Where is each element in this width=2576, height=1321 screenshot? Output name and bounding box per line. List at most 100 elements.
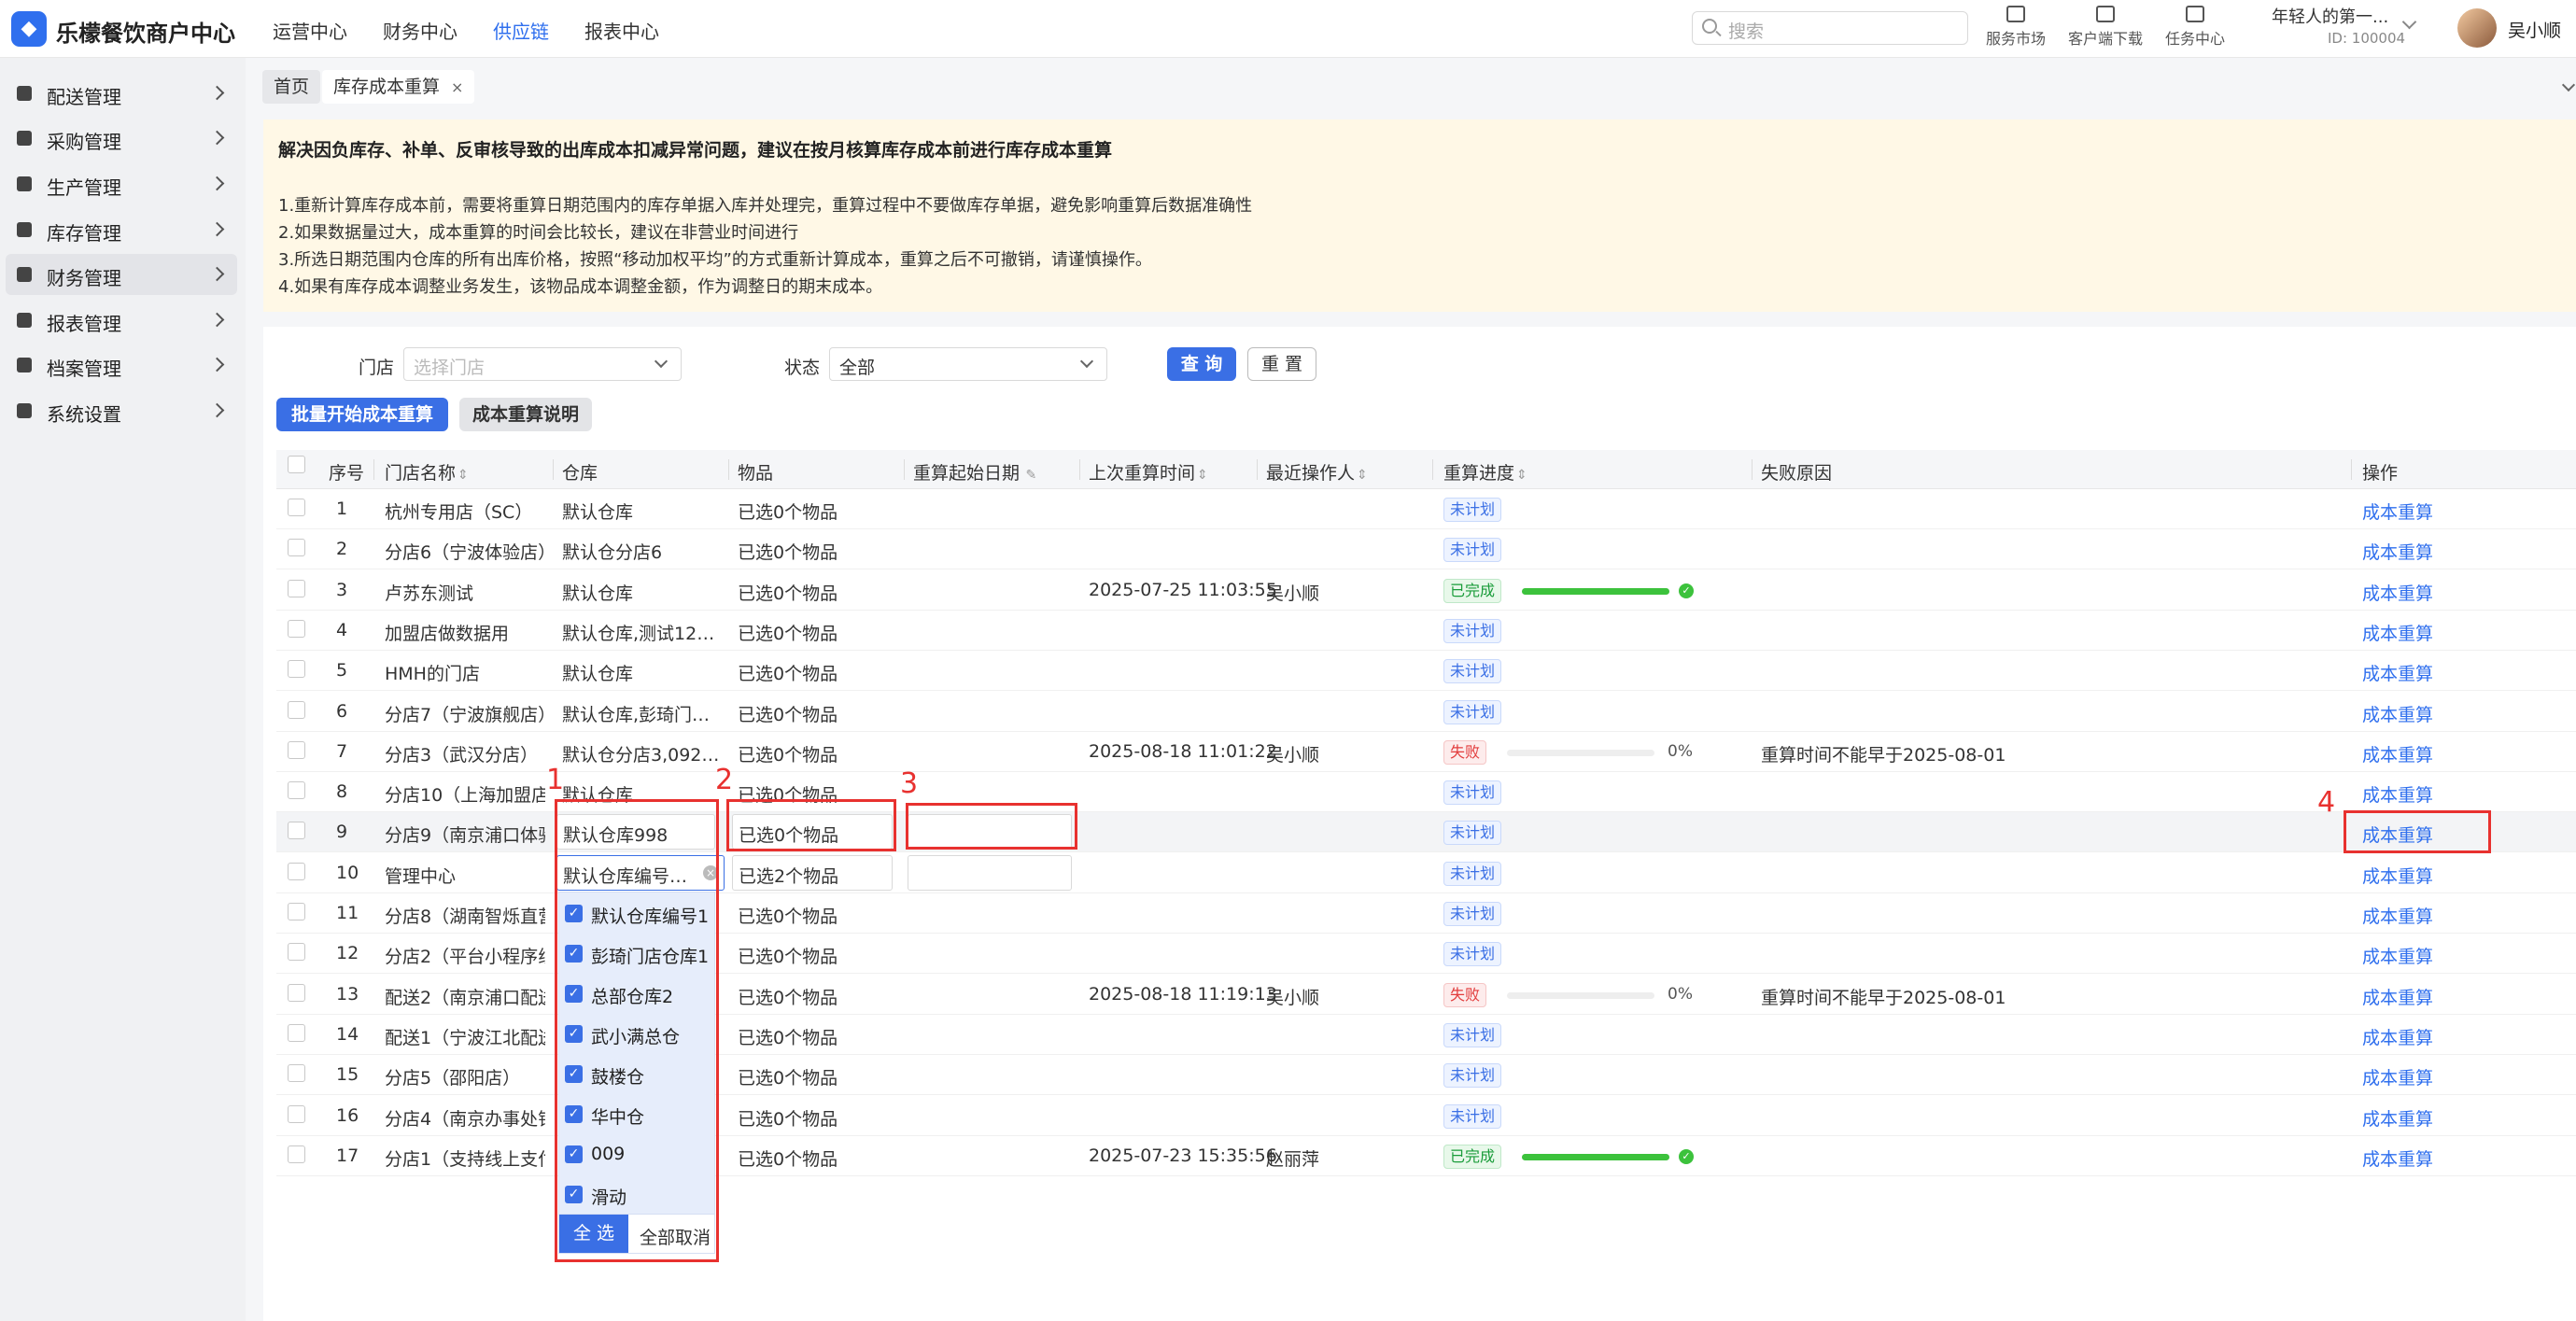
- topnav-item-ops[interactable]: 运营中心: [273, 17, 347, 44]
- recalc-help-button[interactable]: 成本重算说明: [459, 398, 592, 431]
- topnav-item-report[interactable]: 报表中心: [584, 17, 659, 44]
- sidebar-item-production[interactable]: 生产管理: [6, 163, 237, 204]
- annotation-number: 4: [2317, 786, 2336, 819]
- row-item: 已选0个物品: [738, 906, 838, 927]
- query-button[interactable]: 查 询: [1167, 347, 1236, 381]
- table-header: 序号 门店名称 ⇕ 仓库 物品 重算起始日期 ✎ 上次重算时间 ⇕ 最近操作人 ⇕ 重…: [276, 450, 2576, 489]
- truck-icon: [17, 86, 32, 101]
- sidebar-item-archive[interactable]: 档案管理: [6, 344, 237, 386]
- tab-cost-recalc[interactable]: 库存成本重算 ×: [322, 70, 475, 104]
- row-checkbox[interactable]: [288, 499, 305, 516]
- col-last-time[interactable]: 上次重算时间 ⇕: [1089, 459, 1208, 485]
- search-input[interactable]: 搜索: [1692, 11, 1968, 45]
- row-index: 1: [336, 499, 348, 519]
- row-checkbox[interactable]: [288, 740, 305, 759]
- start-date-input[interactable]: [908, 854, 1072, 891]
- recalc-link[interactable]: 成本重算: [2362, 1064, 2433, 1089]
- recalc-link[interactable]: 成本重算: [2362, 1105, 2433, 1131]
- row-checkbox[interactable]: [288, 903, 305, 920]
- col-store[interactable]: 门店名称 ⇕: [385, 459, 469, 485]
- recalc-link[interactable]: 成本重算: [2362, 943, 2433, 968]
- client-download-button[interactable]: 客户端下载: [2063, 6, 2147, 49]
- bar-chart-icon: [17, 176, 32, 191]
- sidebar-item-finance[interactable]: 财务管理: [6, 254, 237, 295]
- recalc-link[interactable]: 成本重算: [2362, 741, 2433, 766]
- chevron-right-icon: [209, 312, 225, 328]
- row-item: 已选0个物品: [738, 623, 838, 644]
- chevron-down-icon[interactable]: [2401, 14, 2417, 30]
- recalc-link[interactable]: 成本重算: [2362, 660, 2433, 685]
- recalc-link[interactable]: 成本重算: [2362, 580, 2433, 605]
- row-checkbox[interactable]: [288, 822, 305, 840]
- col-operator[interactable]: 最近操作人 ⇕: [1266, 459, 1368, 485]
- recalc-link[interactable]: 成本重算: [2362, 903, 2433, 928]
- sidebar-item-settings[interactable]: 系统设置: [6, 390, 237, 431]
- task-center-button[interactable]: 任务中心: [2153, 6, 2237, 49]
- status-select[interactable]: 全部: [829, 347, 1107, 381]
- row-checkbox[interactable]: [288, 983, 305, 1002]
- row-index: 2: [336, 539, 348, 560]
- col-last-time-label: 上次重算时间: [1089, 463, 1196, 484]
- tab-home[interactable]: 首页: [262, 70, 321, 104]
- row-warehouse: 默认仓库: [562, 502, 634, 523]
- row-checkbox[interactable]: [288, 579, 305, 597]
- row-checkbox[interactable]: [288, 619, 305, 638]
- row-checkbox[interactable]: [288, 539, 305, 557]
- row-store: 分店3（武汉分店）: [385, 744, 539, 766]
- row-checkbox[interactable]: [288, 781, 305, 800]
- table-row: 7 分店3（武汉分店） 默认仓分店3,092… 已选0个物品 2025-08-18 11…: [276, 732, 2576, 772]
- reset-button[interactable]: 重 置: [1247, 347, 1316, 381]
- row-checkbox[interactable]: [288, 1104, 305, 1123]
- row-operator: 吴小顺: [1266, 583, 1320, 604]
- recalc-link[interactable]: 成本重算: [2362, 1024, 2433, 1049]
- progress-percent: 0%: [1668, 984, 1693, 1004]
- download-folder-icon: [2096, 6, 2115, 22]
- close-icon[interactable]: ×: [451, 78, 463, 96]
- recalc-link[interactable]: 成本重算: [2362, 620, 2433, 645]
- edit-icon[interactable]: ✎: [1021, 468, 1036, 483]
- topnav-item-supply[interactable]: 供应链: [493, 17, 549, 44]
- chevron-right-icon: [209, 402, 225, 418]
- row-checkbox[interactable]: [288, 862, 305, 880]
- search-placeholder: 搜索: [1728, 21, 1765, 42]
- item-select[interactable]: 已选2个物品: [732, 854, 893, 891]
- col-operator-label: 最近操作人: [1266, 463, 1356, 484]
- batch-recalc-button[interactable]: 批量开始成本重算: [276, 398, 448, 431]
- row-index: 10: [336, 862, 359, 883]
- recalc-link[interactable]: 成本重算: [2362, 984, 2433, 1009]
- sidebar-item-report[interactable]: 报表管理: [6, 300, 237, 341]
- recalc-link[interactable]: 成本重算: [2362, 701, 2433, 726]
- recalc-link[interactable]: 成本重算: [2362, 863, 2433, 888]
- recalc-link[interactable]: 成本重算: [2362, 499, 2433, 524]
- row-checkbox[interactable]: [288, 660, 305, 679]
- row-checkbox[interactable]: [288, 1064, 305, 1083]
- row-index: 4: [336, 619, 348, 640]
- account-id: ID: 100004: [2328, 30, 2406, 47]
- sidebar-item-delivery[interactable]: 配送管理: [6, 73, 237, 114]
- recalc-link[interactable]: 成本重算: [2362, 781, 2433, 807]
- finance-icon: [17, 267, 32, 282]
- brand-logo-icon[interactable]: ◆: [11, 11, 47, 47]
- account-switcher[interactable]: 年轻人的第一... ID: 100004: [2272, 4, 2405, 47]
- row-item: 已选0个物品: [738, 1108, 838, 1130]
- row-item: 已选0个物品: [738, 664, 838, 685]
- avatar[interactable]: [2457, 8, 2497, 48]
- row-checkbox[interactable]: [288, 1145, 305, 1163]
- service-market-button[interactable]: 服务市场: [1974, 6, 2058, 49]
- row-checkbox[interactable]: [288, 943, 305, 962]
- row-checkbox[interactable]: [288, 1023, 305, 1042]
- topnav-item-finance[interactable]: 财务中心: [383, 17, 457, 44]
- row-warehouse: 默认仓分店3,092…: [562, 744, 720, 766]
- sidebar-item-purchase[interactable]: 采购管理: [6, 118, 237, 159]
- recalc-link[interactable]: 成本重算: [2362, 539, 2433, 564]
- row-index: 3: [336, 579, 348, 600]
- recalc-link[interactable]: 成本重算: [2362, 1145, 2433, 1171]
- select-all-checkbox[interactable]: [288, 456, 305, 473]
- col-progress[interactable]: 重算进度 ⇕: [1443, 459, 1527, 485]
- row-store: 分店4（南京办事处销: [385, 1108, 545, 1130]
- user-name[interactable]: 吴小顺: [2508, 17, 2561, 42]
- sidebar-item-inventory[interactable]: 库存管理: [6, 209, 237, 250]
- row-checkbox[interactable]: [288, 700, 305, 719]
- store-select[interactable]: 选择门店: [403, 347, 682, 381]
- sort-icon: ⇕: [1197, 468, 1208, 483]
